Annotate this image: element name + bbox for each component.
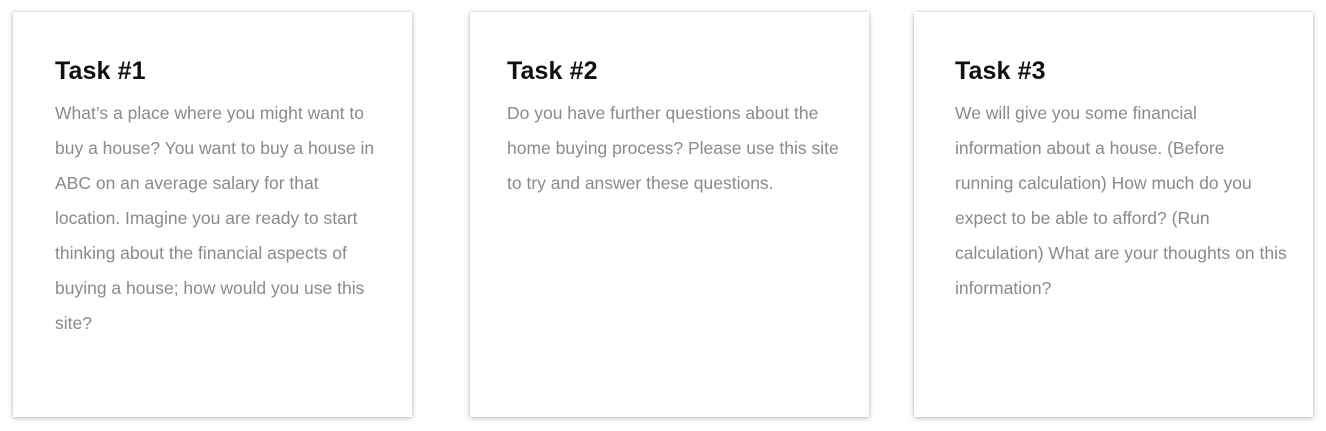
task-description: What’s a place where you might want to b… — [55, 103, 375, 333]
task-description: We will give you some financial informat… — [955, 103, 1287, 298]
task-card-3-content: Task #3 We will give you some financial … — [955, 56, 1287, 306]
task-card-1: Task #1 What’s a place where you might w… — [13, 12, 412, 417]
task-title: Task #3 — [955, 57, 1046, 85]
task-card-1-content: Task #1 What’s a place where you might w… — [55, 56, 386, 341]
task-card-2: Task #2 Do you have further questions ab… — [470, 12, 869, 417]
task-card-3: Task #3 We will give you some financial … — [914, 12, 1313, 417]
task-card-2-content: Task #2 Do you have further questions ab… — [507, 56, 847, 201]
task-title: Task #2 — [507, 57, 598, 85]
task-description: Do you have further questions about the … — [507, 103, 839, 193]
task-title: Task #1 — [55, 57, 146, 85]
